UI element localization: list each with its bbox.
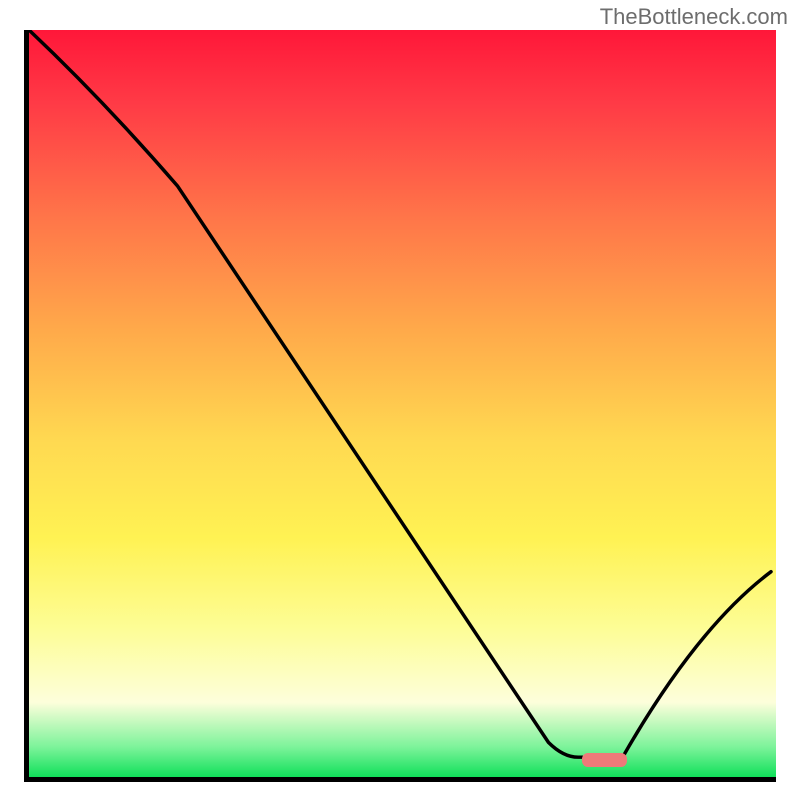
plot-area — [24, 30, 776, 782]
bottleneck-curve — [29, 30, 771, 757]
bottleneck-curve-svg — [29, 30, 776, 777]
watermark-text: TheBottleneck.com — [600, 4, 788, 30]
optimal-marker — [582, 753, 627, 767]
